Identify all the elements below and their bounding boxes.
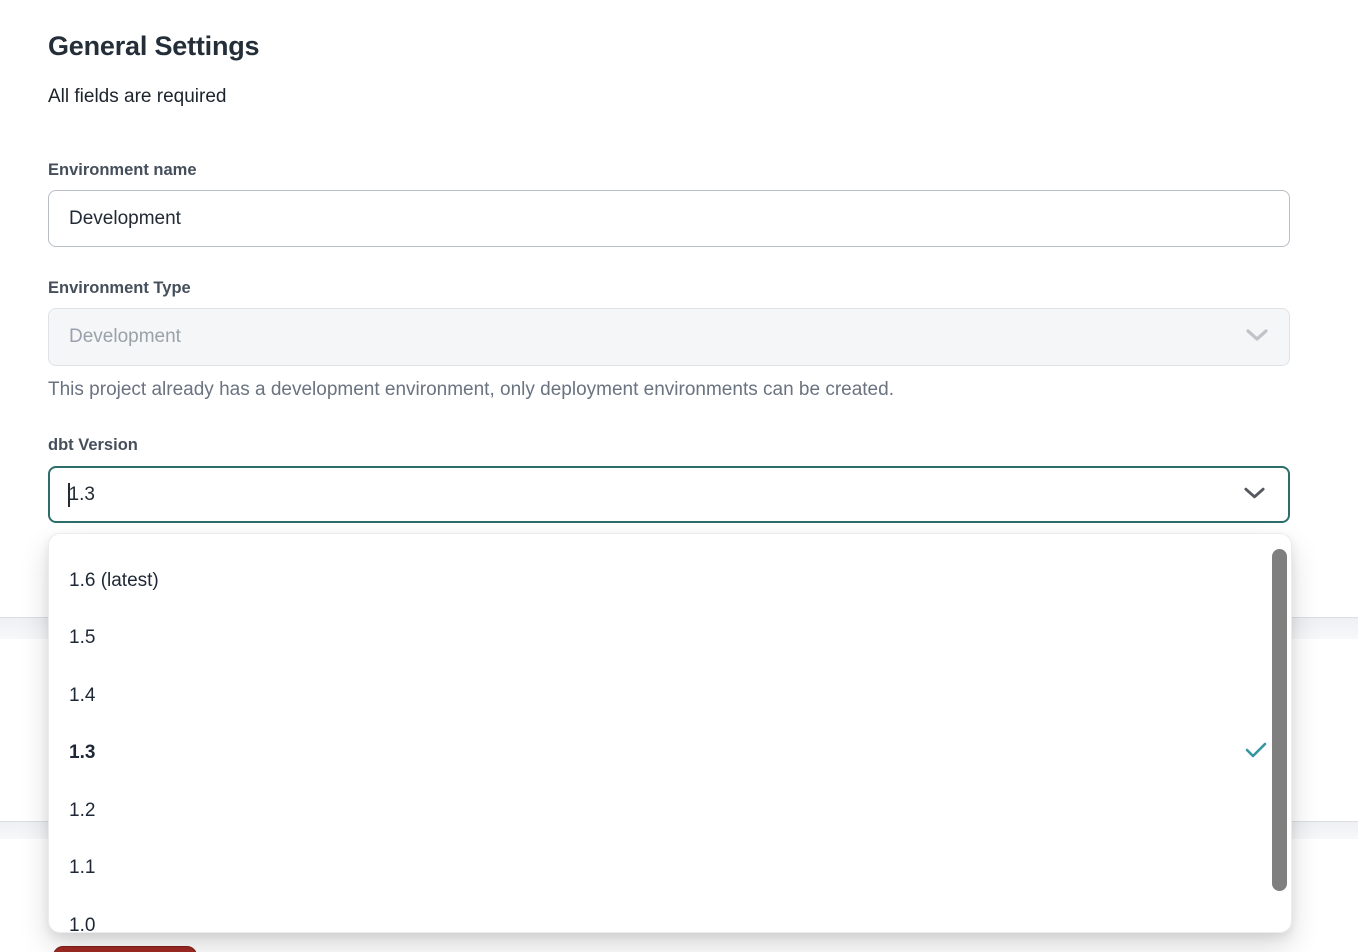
dbt-version-label: dbt Version [48,436,1290,455]
option-label: 1.0 [69,915,95,933]
dbt-version-value: 1.3 [69,484,95,506]
page-subtitle: All fields are required [48,86,1290,108]
option-label: 1.5 [69,627,95,649]
general-settings-form: General Settings All fields are required… [48,0,1290,523]
check-icon [1245,741,1267,765]
dropdown-option[interactable]: 1.4 [49,667,1291,725]
environment-type-label: Environment Type [48,279,1290,298]
dropdown-option[interactable]: 1.0 [49,897,1291,933]
option-label: 1.2 [69,800,95,822]
environment-type-select: Development [48,308,1290,366]
page-title: General Settings [48,30,1290,62]
environment-type-help: This project already has a development e… [48,379,1290,401]
dropdown-option-selected[interactable]: 1.3 [49,725,1291,783]
dbt-version-dropdown: 1.6 (latest) 1.5 1.4 1.3 1.2 1.1 1.0 [48,533,1292,933]
danger-button[interactable] [53,946,197,952]
chevron-down-icon[interactable] [1243,484,1266,506]
dropdown-option[interactable]: 1.5 [49,610,1291,668]
dropdown-option[interactable]: 1.6 (latest) [49,552,1291,610]
dbt-version-combobox[interactable]: 1.3 [48,466,1290,523]
dropdown-option[interactable]: 1.1 [49,840,1291,898]
dropdown-option[interactable]: 1.2 [49,782,1291,840]
environment-type-value: Development [69,326,181,348]
chevron-down-icon [1245,326,1269,348]
environment-name-input[interactable] [48,190,1290,247]
environment-name-label: Environment name [48,161,1290,180]
option-label: 1.4 [69,685,95,707]
option-label: 1.3 [69,742,95,764]
dropdown-scrollbar[interactable] [1272,549,1287,891]
option-label: 1.6 (latest) [69,570,159,592]
option-label: 1.1 [69,857,95,879]
